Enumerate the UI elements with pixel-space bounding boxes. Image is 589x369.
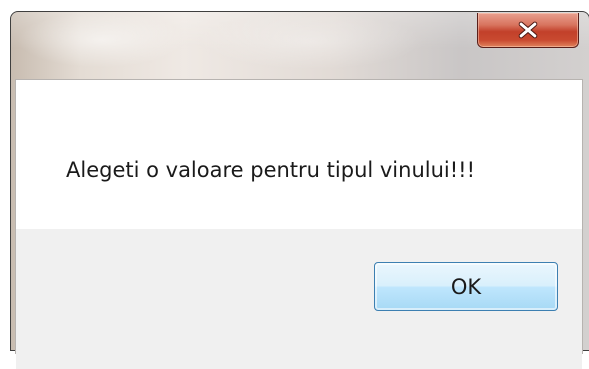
dialog-message: Alegeti o valoare pentru tipul vinului!!…: [66, 158, 475, 182]
close-icon: [518, 21, 538, 39]
close-button[interactable]: [477, 13, 579, 48]
message-dialog: Alegeti o valoare pentru tipul vinului!!…: [10, 11, 589, 369]
dialog-body: Alegeti o valoare pentru tipul vinului!!…: [15, 79, 583, 369]
ok-button[interactable]: OK: [374, 262, 558, 311]
